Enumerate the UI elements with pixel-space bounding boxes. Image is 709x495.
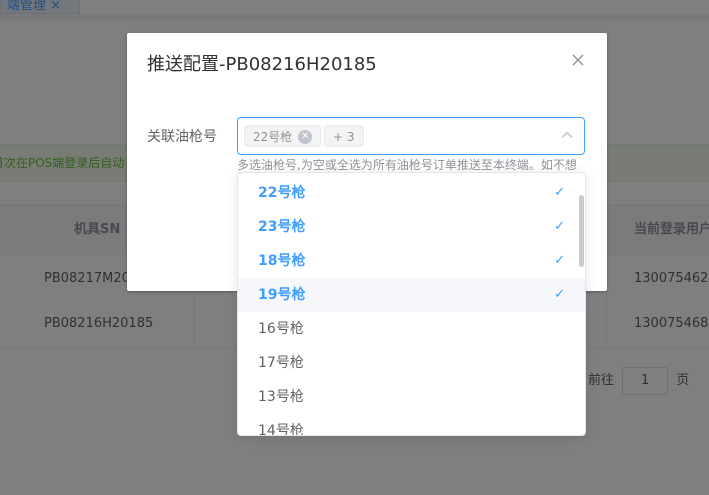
option-23[interactable]: 23号枪 ✓ xyxy=(238,210,585,244)
dropdown-scrollbar[interactable] xyxy=(579,195,584,267)
option-label: 19号枪 xyxy=(258,287,306,303)
option-22[interactable]: 22号枪 ✓ xyxy=(238,176,585,210)
option-label: 16号枪 xyxy=(258,321,304,337)
option-label: 13号枪 xyxy=(258,389,304,405)
field-help-text: 多选油枪号,为空或全选为所有油枪号订单推送至本终端。如不想 xyxy=(237,158,577,172)
check-icon: ✓ xyxy=(554,287,565,302)
tag-count-label: + 3 xyxy=(333,130,355,144)
option-13[interactable]: 13号枪 xyxy=(238,380,585,414)
option-label: 18号枪 xyxy=(258,253,306,269)
close-icon[interactable] xyxy=(569,51,587,69)
tag-label: 22号枪 xyxy=(253,130,293,144)
select-dropdown: 22号枪 ✓ 23号枪 ✓ 18号枪 ✓ 19号枪 ✓ 16号枪 17号枪 13… xyxy=(237,172,586,436)
option-label: 14号枪 xyxy=(258,423,304,436)
option-14[interactable]: 14号枪 xyxy=(238,414,585,436)
option-label: 22号枪 xyxy=(258,185,306,201)
option-label: 17号枪 xyxy=(258,355,304,371)
check-icon: ✓ xyxy=(554,185,565,200)
field-label: 关联油枪号 xyxy=(147,129,217,145)
collapsed-tags-count: + 3 xyxy=(324,125,364,147)
option-19[interactable]: 19号枪 ✓ xyxy=(238,278,585,312)
option-17[interactable]: 17号枪 xyxy=(238,346,585,380)
nozzle-multi-select[interactable]: 22号枪 ✕ + 3 xyxy=(237,117,585,155)
option-18[interactable]: 18号枪 ✓ xyxy=(238,244,585,278)
tag-close-icon[interactable]: ✕ xyxy=(298,129,313,144)
option-label: 23号枪 xyxy=(258,219,306,235)
dialog-title: 推送配置-PB08216H20185 xyxy=(147,54,377,75)
check-icon: ✓ xyxy=(554,253,565,268)
check-icon: ✓ xyxy=(554,219,565,234)
chevron-up-icon[interactable] xyxy=(560,128,574,142)
option-16[interactable]: 16号枪 xyxy=(238,312,585,346)
selected-tag: 22号枪 ✕ xyxy=(244,125,322,147)
